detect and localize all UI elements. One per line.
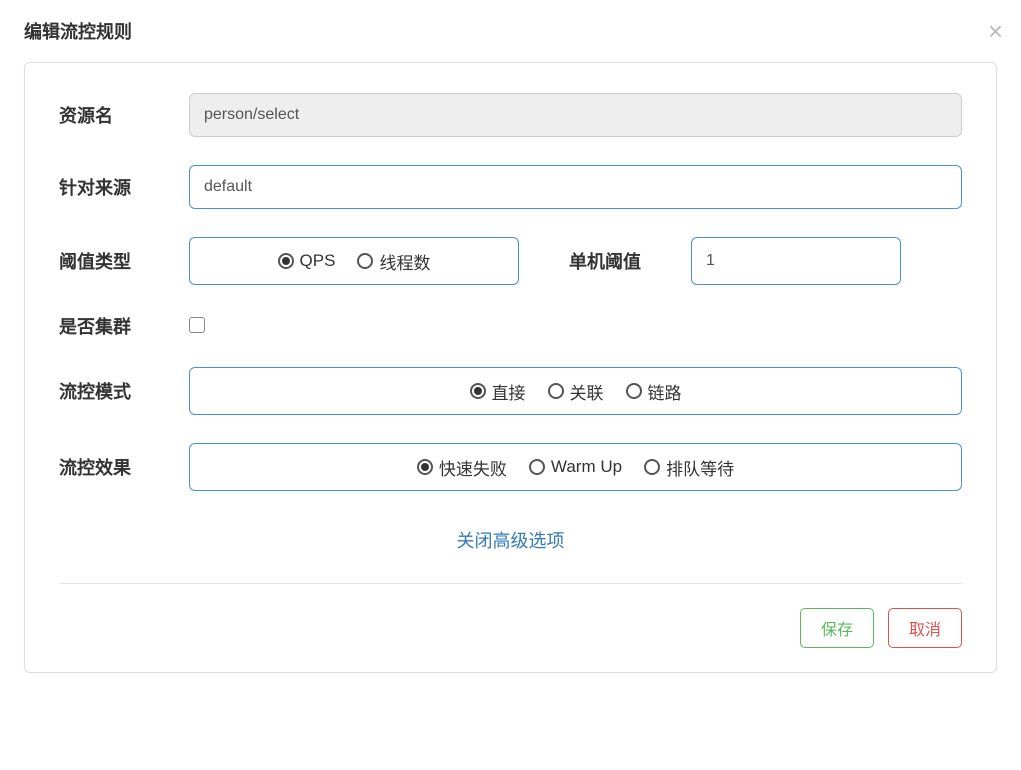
radio-effect-warmup[interactable]: Warm Up — [529, 457, 622, 477]
divider — [59, 583, 962, 584]
radio-mode-direct-label: 直接 — [492, 379, 526, 404]
label-mode: 流控模式 — [59, 378, 189, 404]
radio-qps-label: QPS — [300, 251, 336, 271]
mode-group: 直接 关联 链路 — [189, 367, 962, 415]
radio-dot-icon — [644, 459, 660, 475]
threshold-value-input[interactable] — [691, 237, 901, 285]
radio-effect-fail[interactable]: 快速失败 — [417, 455, 507, 480]
row-threshold: 阈值类型 QPS 线程数 单机阈值 — [59, 237, 962, 285]
radio-mode-chain-label: 链路 — [648, 379, 682, 404]
radio-dot-icon — [548, 383, 564, 399]
radio-dot-icon — [470, 383, 486, 399]
radio-effect-queue-label: 排队等待 — [666, 455, 734, 480]
radio-effect-queue[interactable]: 排队等待 — [644, 455, 734, 480]
row-effect: 流控效果 快速失败 Warm Up 排队等待 — [59, 443, 962, 491]
radio-effect-fail-label: 快速失败 — [439, 455, 507, 480]
modal: × 编辑流控规则 资源名 针对来源 阈值类型 QPS — [0, 0, 1021, 770]
cancel-button[interactable]: 取消 — [888, 608, 962, 648]
radio-mode-chain[interactable]: 链路 — [626, 379, 682, 404]
row-resource: 资源名 — [59, 93, 962, 137]
radio-thread[interactable]: 线程数 — [357, 249, 430, 274]
label-threshold-type: 阈值类型 — [59, 248, 189, 274]
threshold-type-group: QPS 线程数 — [189, 237, 519, 285]
radio-qps[interactable]: QPS — [278, 251, 336, 271]
advanced-toggle-link[interactable]: 关闭高级选项 — [59, 509, 962, 563]
label-source: 针对来源 — [59, 174, 189, 200]
modal-title: 编辑流控规则 — [24, 18, 132, 44]
row-mode: 流控模式 直接 关联 链路 — [59, 367, 962, 415]
effect-group: 快速失败 Warm Up 排队等待 — [189, 443, 962, 491]
radio-effect-warmup-label: Warm Up — [551, 457, 622, 477]
modal-header: 编辑流控规则 — [24, 14, 997, 62]
close-icon[interactable]: × — [988, 18, 1003, 44]
footer: 保存 取消 — [59, 608, 962, 648]
radio-dot-icon — [357, 253, 373, 269]
label-effect: 流控效果 — [59, 454, 189, 480]
label-resource: 资源名 — [59, 102, 189, 128]
radio-dot-icon — [626, 383, 642, 399]
cluster-checkbox[interactable] — [189, 317, 205, 333]
radio-dot-icon — [278, 253, 294, 269]
resource-input — [189, 93, 962, 137]
radio-dot-icon — [417, 459, 433, 475]
row-source: 针对来源 — [59, 165, 962, 209]
radio-dot-icon — [529, 459, 545, 475]
label-cluster: 是否集群 — [59, 313, 189, 339]
radio-mode-direct[interactable]: 直接 — [470, 379, 526, 404]
label-threshold-value: 单机阈值 — [519, 248, 691, 274]
row-cluster: 是否集群 — [59, 313, 962, 339]
source-input[interactable] — [189, 165, 962, 209]
radio-mode-relate[interactable]: 关联 — [548, 379, 604, 404]
form-panel: 资源名 针对来源 阈值类型 QPS — [24, 62, 997, 673]
radio-mode-relate-label: 关联 — [570, 379, 604, 404]
radio-thread-label: 线程数 — [379, 249, 430, 274]
save-button[interactable]: 保存 — [800, 608, 874, 648]
